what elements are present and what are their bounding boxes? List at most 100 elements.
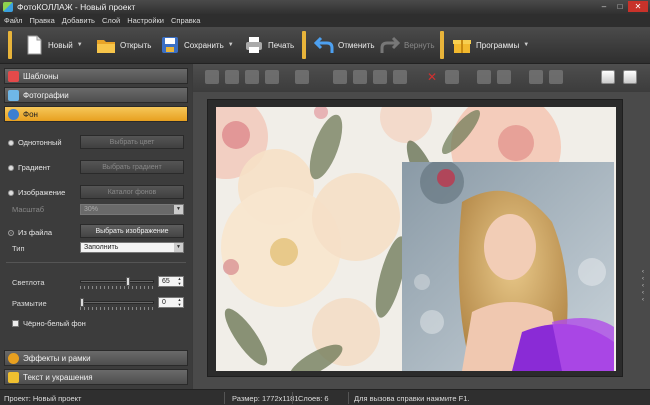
chevron-down-icon[interactable]: ▼ [523, 42, 529, 48]
gear-icon[interactable] [529, 70, 543, 84]
send-to-back-icon[interactable] [265, 70, 279, 84]
choose-gradient-button[interactable]: Выбрать градиент [80, 160, 184, 174]
page-settings-icon[interactable] [623, 70, 637, 84]
bring-to-front-icon[interactable] [205, 70, 219, 84]
bw-checkbox[interactable]: Чёрно-белый фон [12, 319, 86, 328]
new-doc-icon [27, 35, 42, 55]
choose-image-button[interactable]: Выбрать изображение [80, 224, 184, 238]
blur-slider[interactable] [80, 301, 154, 304]
brightness-value: 65 [162, 278, 170, 285]
save-button[interactable]: Сохранить ▼ [160, 33, 234, 57]
delete-icon[interactable]: ✕ [425, 70, 439, 84]
radio-gradient[interactable]: Градиент [8, 163, 50, 172]
divider [6, 262, 186, 263]
type-value: Заполнить [84, 244, 119, 251]
spin-arrows-icon[interactable]: ▲ ▼ [176, 276, 183, 286]
menu-layer[interactable]: Слой [102, 16, 120, 25]
crop-icon[interactable] [445, 70, 459, 84]
portrait-photo[interactable] [402, 162, 614, 371]
section-templates[interactable]: Шаблоны [4, 68, 188, 84]
choose-color-label: Выбрать цвет [109, 138, 155, 146]
section-text[interactable]: Текст и украшения [4, 369, 188, 385]
blur-value: 0 [162, 299, 166, 306]
undo-label: Отменить [338, 40, 375, 50]
templates-icon [8, 70, 19, 82]
slider-ticks [80, 286, 154, 289]
open-label: Открыть [120, 40, 152, 50]
checkbox-icon[interactable] [12, 320, 19, 327]
bg-catalog-button[interactable]: Каталог фонов [80, 185, 184, 199]
window-controls: – □ ✕ [596, 1, 648, 12]
flip-vertical-icon[interactable] [353, 70, 367, 84]
collage-canvas[interactable] [216, 107, 616, 371]
brush-icon[interactable] [497, 70, 511, 84]
main-toolbar: Новый ▼ Открыть Сохранить ▼ Печать Отмен… [0, 27, 650, 64]
programs-button[interactable]: Программы ▼ [452, 33, 529, 57]
chevron-down-icon[interactable]: ▼ [174, 205, 183, 214]
choose-color-button[interactable]: Выбрать цвет [80, 135, 184, 149]
send-backward-icon[interactable] [245, 70, 259, 84]
spin-arrows-icon[interactable]: ▲ ▼ [176, 297, 183, 307]
radio-icon[interactable] [8, 164, 14, 171]
programs-label: Программы [476, 40, 520, 50]
minimize-icon[interactable]: – [596, 1, 612, 12]
text-label: Текст и украшения [23, 372, 93, 382]
redo-button[interactable]: Вернуть [380, 33, 434, 57]
bring-forward-icon[interactable] [225, 70, 239, 84]
gradient-label: Градиент [18, 163, 51, 172]
brightness-label: Светлота [12, 278, 45, 287]
brightness-slider-thumb[interactable] [125, 277, 130, 286]
rotate-icon[interactable] [393, 70, 407, 84]
redo-icon [380, 36, 400, 53]
printer-icon [246, 37, 262, 53]
radio-selected-icon[interactable] [8, 229, 14, 236]
new-button[interactable]: Новый ▼ [24, 33, 83, 57]
effects-tool-icon[interactable] [477, 70, 491, 84]
undo-icon [314, 36, 334, 53]
menu-file[interactable]: Файл [4, 16, 22, 25]
radio-icon[interactable] [8, 139, 14, 146]
scale-label: Масштаб [12, 205, 45, 214]
chevron-down-icon[interactable]: ▼ [77, 42, 83, 48]
blur-slider-thumb[interactable] [80, 298, 84, 307]
choose-gradient-label: Выбрать градиент [102, 163, 162, 171]
menu-edit[interactable]: Правка [29, 16, 54, 25]
scale-select[interactable]: 30% ▼ [80, 204, 184, 215]
section-background[interactable]: Фон [4, 106, 188, 122]
menu-settings[interactable]: Настройки [127, 16, 164, 25]
menu-add[interactable]: Добавить [62, 16, 95, 25]
menu-help[interactable]: Справка [171, 16, 200, 25]
section-effects[interactable]: Эффекты и рамки [4, 350, 188, 366]
bw-label: Чёрно-белый фон [23, 319, 86, 328]
print-button[interactable]: Печать [244, 33, 294, 57]
slider-ticks [80, 307, 154, 310]
scroll-pager[interactable]: ‹ ‹ ‹ ‹ ‹ [640, 269, 646, 314]
close-icon[interactable]: ✕ [628, 1, 648, 12]
align-icon[interactable] [295, 70, 309, 84]
radio-from-file[interactable]: Из файла [8, 228, 52, 237]
radio-image[interactable]: Изображение [8, 188, 65, 197]
undo-button[interactable]: Отменить [314, 33, 375, 57]
status-project: Проект: Новый проект [4, 394, 82, 403]
add-page-icon[interactable] [601, 70, 615, 84]
blur-spinbox[interactable]: 0 ▲ ▼ [158, 297, 184, 308]
chevron-down-icon[interactable]: ▼ [228, 42, 234, 48]
bg-catalog-label: Каталог фонов [107, 188, 157, 196]
brightness-slider[interactable] [80, 280, 154, 283]
workspace: ✕ ‹ ‹ ‹ ‹ ‹ [193, 64, 650, 389]
radio-solid[interactable]: Однотонный [8, 138, 62, 147]
app-icon [3, 2, 13, 12]
mirror-icon[interactable] [373, 70, 387, 84]
brightness-spinbox[interactable]: 65 ▲ ▼ [158, 276, 184, 287]
status-separator [348, 392, 349, 404]
chevron-down-icon[interactable]: ▼ [174, 243, 183, 252]
lock-icon[interactable] [549, 70, 563, 84]
radio-icon[interactable] [8, 189, 14, 196]
canvas-frame [207, 99, 623, 377]
section-photos[interactable]: Фотографии [4, 87, 188, 103]
maximize-icon[interactable]: □ [612, 1, 628, 12]
from-file-label: Из файла [18, 228, 52, 237]
open-button[interactable]: Открыть [96, 33, 151, 57]
type-select[interactable]: Заполнить ▼ [80, 242, 184, 253]
flip-horizontal-icon[interactable] [333, 70, 347, 84]
